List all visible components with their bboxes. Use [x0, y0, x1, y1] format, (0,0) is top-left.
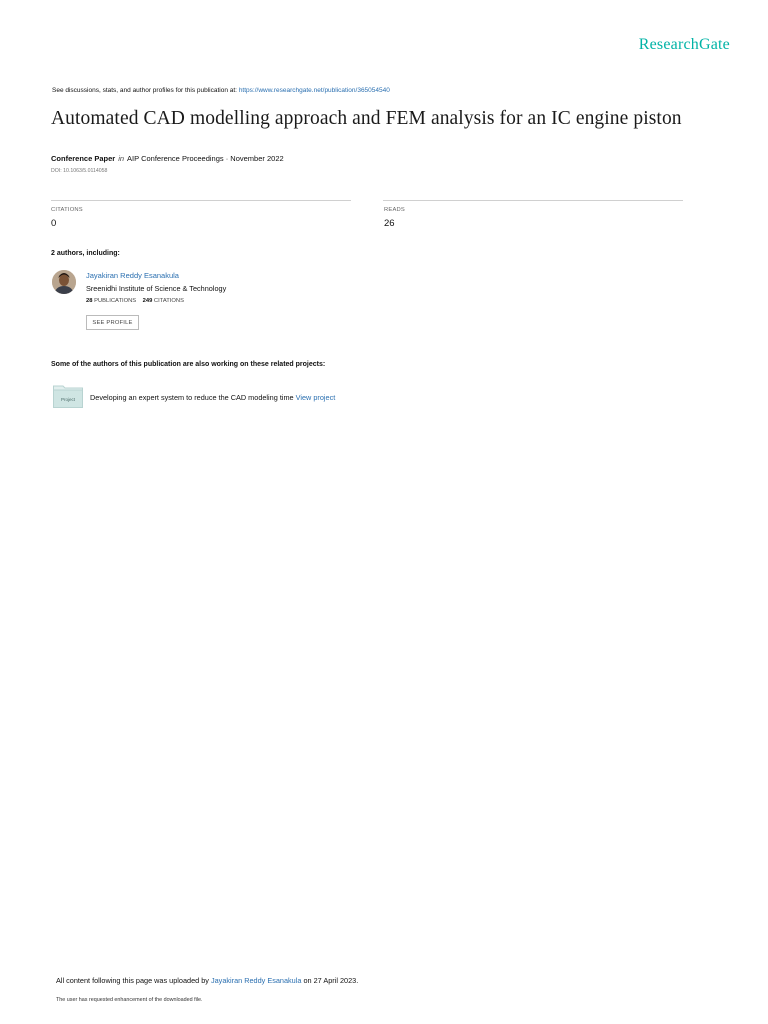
author-stats: 28 PUBLICATIONS 249 CITATIONS	[86, 298, 184, 304]
discussion-line: See discussions, stats, and author profi…	[52, 87, 390, 94]
citations-label: CITATIONS	[51, 207, 83, 213]
footer-suffix: on 27 April 2023.	[303, 976, 359, 985]
citations-value: 0	[51, 218, 57, 229]
authors-heading: 2 authors, including:	[51, 250, 120, 257]
publication-meta: Conference Paper in AIP Conference Proceed…	[51, 154, 284, 163]
paper-type: Conference Paper	[51, 154, 116, 163]
folder-icon: Project	[53, 385, 83, 408]
see-profile-button[interactable]: SEE PROFILE	[86, 315, 139, 330]
reads-divider	[383, 200, 683, 201]
publication-link[interactable]: https://www.researchgate.net/publication…	[239, 87, 390, 94]
researchgate-logo[interactable]: ResearchGate	[639, 36, 730, 54]
project-title: Developing an expert system to reduce th…	[90, 393, 294, 402]
paper-venue: AIP Conference Proceedings · November 20…	[127, 154, 284, 163]
footer-prefix: All content following this page was uplo…	[56, 976, 209, 985]
publications-label: PUBLICATIONS	[94, 298, 137, 304]
paper-title: Automated CAD modelling approach and FEM…	[51, 108, 682, 129]
discussion-prefix: See discussions, stats, and author profi…	[52, 87, 237, 94]
meta-in: in	[118, 154, 125, 163]
enhancement-note: The user has requested enhancement of th…	[56, 997, 203, 1003]
publications-count: 28	[86, 298, 93, 304]
author-avatar[interactable]	[52, 270, 76, 294]
citations-divider	[51, 200, 351, 201]
uploader-link[interactable]: Jayakiran Reddy Esanakula	[211, 976, 301, 985]
folder-label: Project	[61, 397, 76, 402]
view-project-link[interactable]: View project	[296, 393, 336, 402]
reads-value: 26	[384, 218, 395, 229]
related-projects-heading: Some of the authors of this publication …	[51, 361, 326, 368]
related-project: Developing an expert system to reduce th…	[90, 393, 335, 402]
project-folder-icon[interactable]: Project	[53, 384, 83, 408]
avatar-photo-icon	[52, 270, 76, 294]
reads-label: READS	[384, 207, 405, 213]
author-citations-count: 249	[142, 298, 153, 304]
author-name-link[interactable]: Jayakiran Reddy Esanakula	[86, 271, 179, 280]
author-citations-label: CITATIONS	[153, 298, 184, 304]
doi-text: DOI: 10.1063/5.0114058	[51, 168, 108, 174]
author-institution: Sreenidhi Institute of Science & Technol…	[86, 284, 227, 293]
upload-footer: All content following this page was uplo…	[56, 976, 358, 985]
